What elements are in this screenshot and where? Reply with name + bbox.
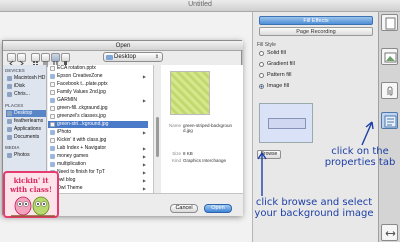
properties-tab-note: click on the properties tab (324, 146, 396, 168)
logo-line-2: with class! (10, 185, 52, 194)
browse-note: click browse and select your background … (254, 197, 374, 219)
logo-line-1: kickin' it (13, 176, 49, 185)
blog-logo: kickin' it with class! (3, 171, 59, 218)
owls-icon (11, 196, 55, 217)
